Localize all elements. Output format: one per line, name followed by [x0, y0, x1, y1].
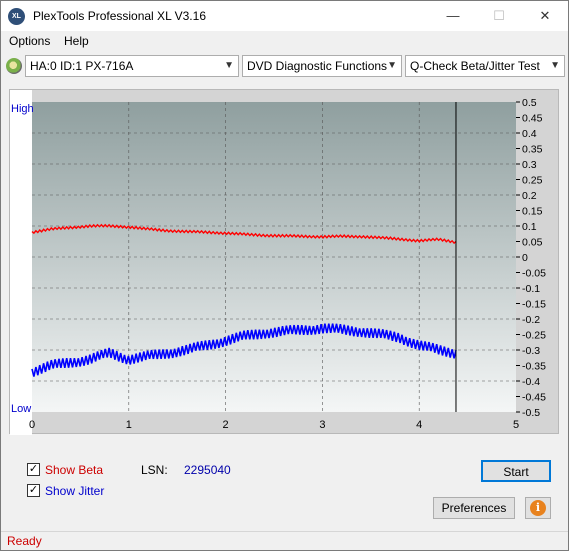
y-tick-label: 0.3	[522, 159, 537, 171]
y-tick-label: 0.35	[522, 144, 543, 156]
show-beta-label[interactable]: Show Beta	[45, 463, 103, 477]
test-select-value: Q-Check Beta/Jitter Test	[410, 59, 540, 73]
x-tick-label: 0	[29, 419, 35, 431]
show-beta-checkbox[interactable]: ✓	[27, 463, 40, 476]
status-bar: Ready	[1, 531, 568, 550]
y-tick-label: -0.05	[522, 268, 546, 280]
y-axis-low-label: Low	[11, 403, 31, 415]
y-tick-label: 0.5	[522, 97, 537, 109]
y-tick-label: -0.3	[522, 345, 540, 357]
drive-select-value: HA:0 ID:1 PX-716A	[30, 59, 134, 73]
y-tick-label: 0	[522, 252, 528, 264]
menu-options[interactable]: Options	[9, 34, 50, 48]
y-tick-label: 0.4	[522, 128, 537, 140]
beta-jitter-chart: High Low 0.5 0.45 0.4 0.35 0.3 0.25 0.2 0.15 0.1…	[9, 89, 559, 435]
window-title: PlexTools Professional XL V3.16	[33, 9, 206, 23]
y-tick-label: 0.2	[522, 190, 537, 202]
y-tick-label: -0.2	[522, 314, 540, 326]
lsn-label: LSN:	[141, 463, 168, 477]
function-select[interactable]: DVD Diagnostic Functions ▼	[242, 55, 402, 77]
lsn-value: 2295040	[184, 463, 231, 477]
app-logo-icon: XL	[8, 8, 25, 25]
menu-bar: Options Help	[1, 32, 568, 52]
info-icon: i	[530, 500, 546, 516]
close-button[interactable]: ✕	[522, 1, 568, 31]
y-tick-label: 0.05	[522, 237, 543, 249]
toolbar: HA:0 ID:1 PX-716A ▼ DVD Diagnostic Funct…	[1, 53, 568, 79]
y-tick-label: -0.5	[522, 407, 540, 419]
main-window: XL PlexTools Professional XL V3.16 — ☐ ✕…	[0, 0, 569, 551]
y-axis-ticks: 0.5 0.45 0.4 0.35 0.3 0.25 0.2 0.15 0.1 0.05 0 -0.0…	[516, 97, 546, 419]
function-select-value: DVD Diagnostic Functions	[247, 59, 388, 73]
y-tick-label: -0.15	[522, 299, 546, 311]
chevron-down-icon: ▼	[224, 60, 234, 71]
show-jitter-checkbox[interactable]: ✓	[27, 484, 40, 497]
info-button[interactable]: i	[525, 497, 551, 519]
left-axis-strip	[10, 90, 32, 435]
x-tick-label: 4	[416, 419, 422, 431]
x-tick-label: 2	[223, 419, 229, 431]
y-tick-label: 0.25	[522, 175, 543, 187]
preferences-button[interactable]: Preferences	[433, 497, 515, 519]
drive-select[interactable]: HA:0 ID:1 PX-716A ▼	[25, 55, 239, 77]
x-tick-label: 1	[126, 419, 132, 431]
y-tick-label: 0.45	[522, 113, 543, 125]
chart-canvas: High Low 0.50.450.40.350.30.250.20.150.1…	[10, 90, 546, 435]
start-button[interactable]: Start	[481, 460, 551, 482]
control-panel: ✓ Show Beta ✓ Show Jitter LSN: 2295040 S…	[9, 449, 559, 527]
title-bar: XL PlexTools Professional XL V3.16 — ☐ ✕	[1, 1, 568, 31]
minimize-button[interactable]: —	[430, 1, 476, 31]
chevron-down-icon: ▼	[550, 60, 560, 71]
chevron-down-icon: ▼	[387, 60, 397, 71]
y-tick-label: -0.25	[522, 330, 546, 342]
y-tick-label: -0.1	[522, 283, 540, 295]
test-select[interactable]: Q-Check Beta/Jitter Test ▼	[405, 55, 565, 77]
x-tick-label: 5	[513, 419, 519, 431]
y-axis-high-label: High	[11, 103, 34, 115]
show-jitter-label[interactable]: Show Jitter	[45, 484, 104, 498]
y-tick-label: -0.35	[522, 361, 546, 373]
y-tick-label: 0.15	[522, 206, 543, 218]
y-tick-label: 0.1	[522, 221, 537, 233]
maximize-button[interactable]: ☐	[476, 1, 522, 31]
disc-icon	[6, 58, 22, 74]
status-text: Ready	[7, 534, 42, 548]
y-tick-label: -0.4	[522, 376, 540, 388]
y-tick-label: -0.45	[522, 392, 546, 404]
x-axis-ticks: 0 1 2 3 4 5	[29, 419, 519, 431]
menu-help[interactable]: Help	[64, 34, 89, 48]
x-tick-label: 3	[319, 419, 325, 431]
